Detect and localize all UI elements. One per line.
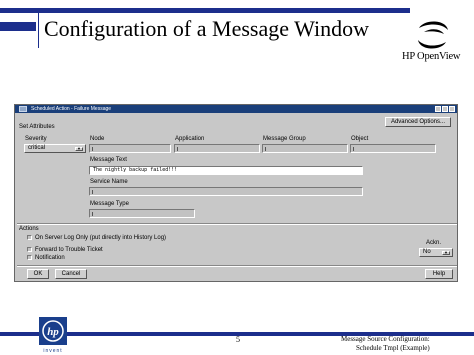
- hp-badge-logo: hp invent: [39, 317, 67, 354]
- message-text-field[interactable]: The nightly backup failed!!!: [89, 166, 363, 175]
- set-attributes-label: Set Attributes: [19, 124, 55, 130]
- forward-label: Forward to Trouble Ticket: [35, 247, 103, 253]
- message-type-label: Message Type: [90, 201, 129, 207]
- help-button[interactable]: Help: [425, 269, 453, 279]
- on-server-log-option[interactable]: On Server Log Only (put directly into Hi…: [27, 235, 166, 241]
- button-divider: [17, 265, 457, 267]
- actions-label: Actions: [19, 226, 39, 232]
- minimize-icon[interactable]: [435, 106, 441, 112]
- ackn-select[interactable]: No ▼: [419, 248, 453, 257]
- ackn-label: Ackn.: [426, 240, 442, 246]
- on-server-log-label: On Server Log Only (put directly into Hi…: [35, 235, 167, 241]
- message-group-label: Message Group: [263, 136, 306, 142]
- brand-label: HP OpenView: [402, 51, 461, 62]
- header-bar: [0, 8, 410, 13]
- hp-swoosh-icon: [418, 21, 448, 49]
- page-number: 5: [236, 335, 240, 344]
- notification-option[interactable]: Notification: [27, 255, 65, 261]
- forward-checkbox[interactable]: [27, 247, 32, 252]
- message-window: Scheduled Action - Failure Message Advan…: [14, 104, 458, 282]
- cancel-button[interactable]: Cancel: [55, 269, 87, 279]
- window-titlebar[interactable]: Scheduled Action - Failure Message: [15, 105, 457, 113]
- message-text-label: Message Text: [90, 157, 127, 163]
- svg-text:hp: hp: [47, 326, 59, 338]
- message-group-field[interactable]: [262, 144, 348, 153]
- severity-select[interactable]: critical ▼: [24, 144, 86, 153]
- on-server-log-checkbox[interactable]: [27, 235, 32, 240]
- hp-openview-logo: HP OpenView: [402, 20, 464, 64]
- node-label: Node: [90, 136, 105, 142]
- severity-label: Severity: [25, 136, 47, 142]
- window-menu-icon[interactable]: [19, 106, 27, 112]
- notification-label: Notification: [35, 255, 65, 261]
- application-field[interactable]: [174, 144, 260, 153]
- ok-button[interactable]: OK: [27, 269, 49, 279]
- dropdown-arrow-icon: ▼: [75, 147, 83, 151]
- header-accent-block: [0, 22, 36, 31]
- dropdown-arrow-icon: ▼: [442, 251, 450, 255]
- object-label: Object: [351, 136, 369, 142]
- maximize-icon[interactable]: [442, 106, 448, 112]
- close-icon[interactable]: [449, 106, 455, 112]
- node-field[interactable]: [89, 144, 171, 153]
- header-divider: [38, 8, 39, 48]
- forward-option[interactable]: Forward to Trouble Ticket: [27, 247, 103, 253]
- service-name-label: Service Name: [90, 179, 128, 185]
- service-name-field[interactable]: [89, 187, 363, 196]
- svg-text:invent: invent: [43, 348, 62, 354]
- message-type-field[interactable]: [89, 209, 195, 218]
- object-field[interactable]: [350, 144, 436, 153]
- notification-checkbox[interactable]: [27, 255, 32, 260]
- footer-line-2: Schedule Tmpl (Example): [356, 344, 430, 352]
- slide-title: Configuration of a Message Window: [44, 16, 369, 41]
- advanced-options-button[interactable]: Advanced Options...: [385, 117, 451, 127]
- footer-line-1: Message Source Configuration:: [341, 335, 430, 343]
- window-title: Scheduled Action - Failure Message: [31, 106, 112, 112]
- application-label: Application: [175, 136, 205, 142]
- section-divider: [17, 223, 457, 225]
- ackn-value: No: [423, 249, 431, 255]
- severity-value: critical: [28, 145, 46, 151]
